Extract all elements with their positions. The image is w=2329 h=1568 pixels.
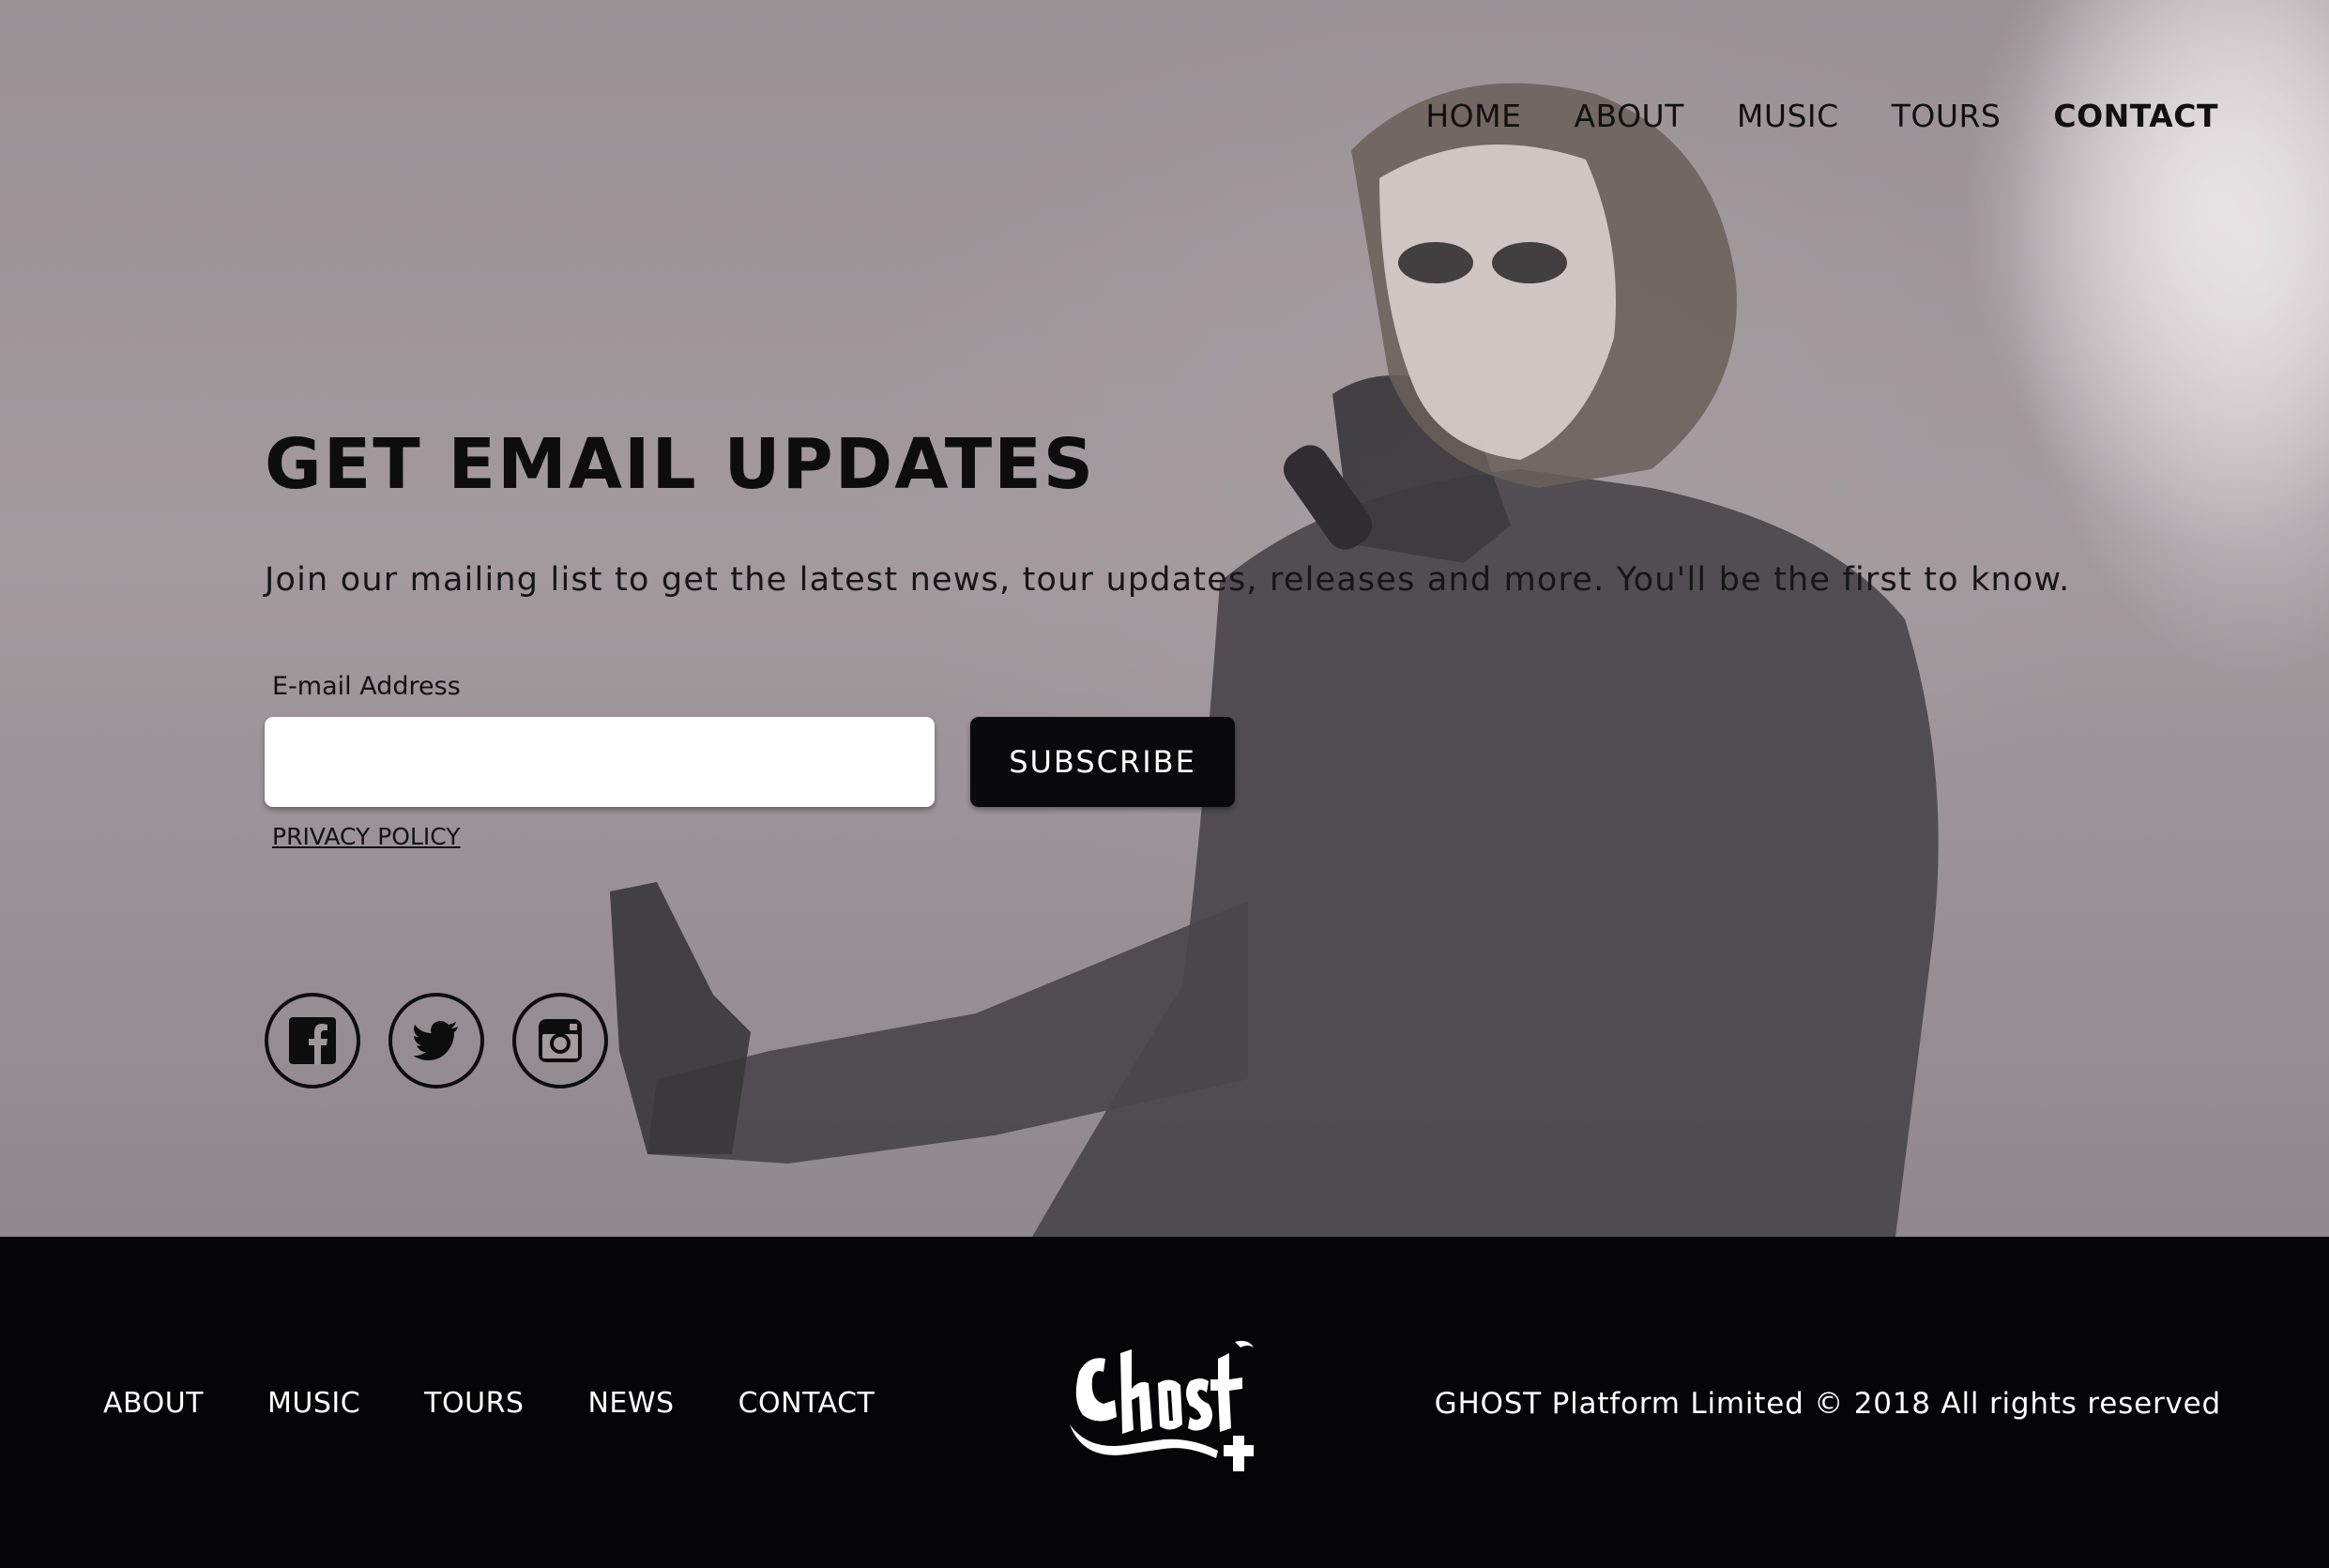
copyright-text: GHOST Platform Limited © 2018 All rights… xyxy=(1434,1387,2221,1421)
email-label: E-mail Address xyxy=(272,672,461,701)
nav-contact-link[interactable]: CONTACT xyxy=(2053,98,2218,134)
site-footer: ABOUT MUSIC TOURS NEWS CONTACT GHOST Pla… xyxy=(0,1237,2329,1568)
signup-description: Join our mailing list to get the latest … xyxy=(265,561,2071,599)
social-links xyxy=(265,993,608,1088)
hero-section: HOME ABOUT MUSIC TOURS CONTACT GET EMAIL… xyxy=(0,0,2329,1237)
twitter-link[interactable] xyxy=(388,993,484,1088)
footer-contact-link[interactable]: CONTACT xyxy=(738,1387,875,1420)
footer-music-link[interactable]: MUSIC xyxy=(267,1387,360,1420)
privacy-policy-link[interactable]: PRIVACY POLICY xyxy=(272,823,461,850)
footer-about-link[interactable]: ABOUT xyxy=(103,1387,204,1420)
facebook-icon xyxy=(289,1017,336,1064)
signup-form: GET EMAIL UPDATES Join our mailing list … xyxy=(265,424,2071,850)
facebook-link[interactable] xyxy=(265,993,360,1088)
top-nav: HOME ABOUT MUSIC TOURS CONTACT xyxy=(1373,98,2218,134)
ghost-logo[interactable] xyxy=(1060,1334,1267,1475)
email-input[interactable] xyxy=(265,717,935,807)
subscribe-button[interactable]: SUBSCRIBE xyxy=(970,717,1235,807)
instagram-link[interactable] xyxy=(512,993,608,1088)
nav-about-link[interactable]: ABOUT xyxy=(1574,98,1683,134)
nav-home-link[interactable]: HOME xyxy=(1425,98,1521,134)
nav-music-link[interactable]: MUSIC xyxy=(1737,98,1839,134)
ghost-logo-icon xyxy=(1070,1340,1254,1471)
page-title: GET EMAIL UPDATES xyxy=(265,424,1096,505)
footer-news-link[interactable]: NEWS xyxy=(587,1387,674,1420)
nav-tours-link[interactable]: TOURS xyxy=(1892,98,2002,134)
footer-tours-link[interactable]: TOURS xyxy=(424,1387,524,1420)
instagram-icon xyxy=(539,1019,582,1062)
footer-nav: ABOUT MUSIC TOURS NEWS CONTACT xyxy=(103,1387,938,1420)
twitter-icon xyxy=(413,1021,458,1060)
